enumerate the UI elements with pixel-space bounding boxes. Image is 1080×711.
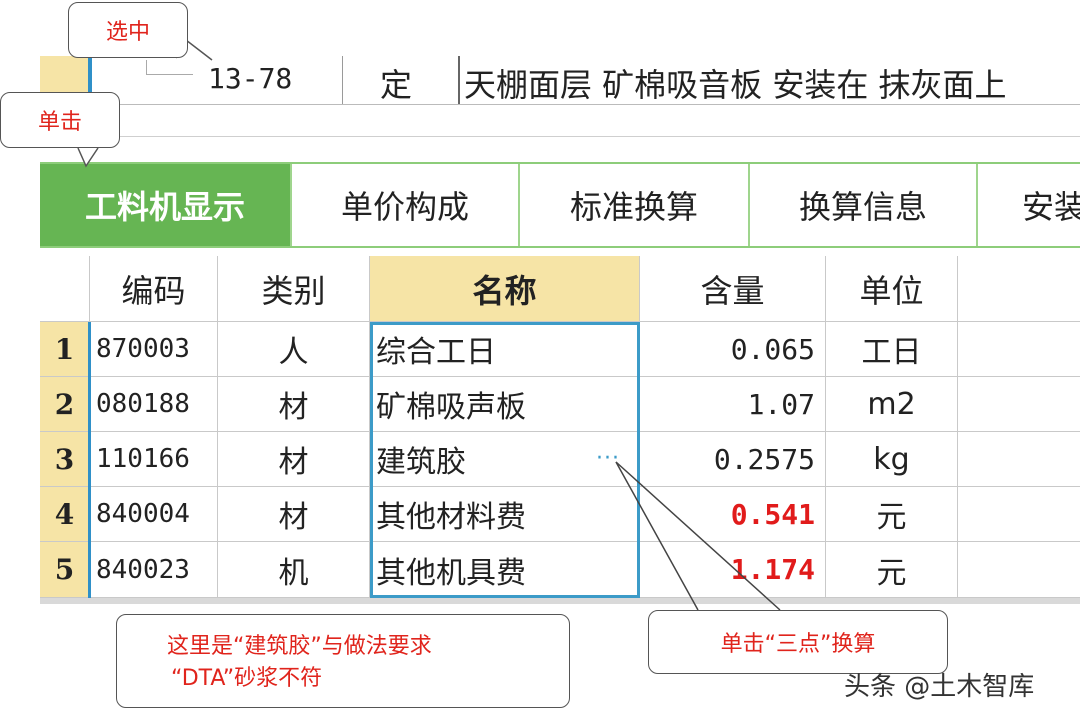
cell-quantity[interactable]: 0.065 — [640, 322, 826, 377]
callout-three-dots-text: 单击“三点”换算 — [720, 632, 876, 657]
column-divider — [458, 56, 460, 104]
callout-note-line1: 这里是“建筑胶”与做法要求 — [167, 634, 432, 659]
header-quantity[interactable]: 含量 — [640, 256, 826, 322]
cell-extra — [958, 322, 1080, 377]
tab-install[interactable]: 安装 — [978, 164, 1080, 246]
row-number[interactable]: 1 — [40, 322, 90, 377]
tab-labor-material-machine[interactable]: 工料机显示 — [40, 164, 292, 246]
quota-type[interactable]: 定 — [380, 60, 412, 106]
cell-code[interactable]: 080188 — [90, 377, 218, 432]
header-name[interactable]: 名称 — [370, 256, 640, 322]
column-divider — [342, 56, 343, 104]
quota-name[interactable]: 天棚面层 矿棉吸音板 安装在 抹灰面上 — [464, 60, 1007, 106]
tab-unit-price[interactable]: 单价构成 — [292, 164, 520, 246]
cell-category[interactable]: 人 — [218, 322, 370, 377]
row-divider — [90, 104, 1080, 105]
row-number[interactable]: 3 — [40, 432, 90, 487]
callout-click-text: 单击 — [37, 110, 82, 135]
cell-quantity[interactable]: 0.2575 — [640, 432, 826, 487]
header-code[interactable]: 编码 — [90, 256, 218, 322]
resource-table: 编码 类别 名称 含量 单位 1 870003 人 综合工日 0.065 工日 … — [40, 256, 1080, 600]
cell-category[interactable]: 材 — [218, 377, 370, 432]
quota-row[interactable]: 13-78 定 天棚面层 矿棉吸音板 安装在 抹灰面上 — [40, 56, 1080, 104]
header-unit[interactable]: 单位 — [826, 256, 958, 322]
cell-name[interactable]: 综合工日 — [370, 322, 640, 377]
tab-conversion-info[interactable]: 换算信息 — [750, 164, 978, 246]
callout-three-dots: 单击“三点”换算 — [648, 610, 948, 674]
cell-quantity[interactable]: 1.174 — [640, 542, 826, 598]
row-number[interactable]: 5 — [40, 542, 90, 598]
header-extra — [958, 256, 1080, 322]
cell-extra — [958, 377, 1080, 432]
callout-select: 选中 — [68, 2, 188, 58]
callout-note-line2: “DTA”砂浆不符 — [171, 666, 323, 691]
cell-unit[interactable]: 元 — [826, 542, 958, 598]
ellipsis-button[interactable]: ··· — [596, 446, 620, 471]
cell-name[interactable]: 矿棉吸声板 — [370, 377, 640, 432]
cell-quantity[interactable]: 1.07 — [640, 377, 826, 432]
cell-category[interactable]: 机 — [218, 542, 370, 598]
watermark: 头条 @土木智库 — [844, 672, 1035, 702]
cell-unit[interactable]: kg — [826, 432, 958, 487]
cell-code[interactable]: 110166 — [90, 432, 218, 487]
header-category[interactable]: 类别 — [218, 256, 370, 322]
row-number[interactable]: 4 — [40, 487, 90, 542]
header-corner — [40, 256, 90, 322]
callout-note: 这里是“建筑胶”与做法要求 “DTA”砂浆不符 — [116, 614, 570, 708]
quota-code[interactable]: 13-78 — [208, 62, 292, 95]
cell-extra — [958, 487, 1080, 542]
row-number[interactable]: 2 — [40, 377, 90, 432]
cell-code[interactable]: 840023 — [90, 542, 218, 598]
tree-connector — [146, 60, 193, 75]
cell-code[interactable]: 840004 — [90, 487, 218, 542]
cell-unit[interactable]: 工日 — [826, 322, 958, 377]
panel-divider — [40, 136, 1080, 137]
cell-category[interactable]: 材 — [218, 487, 370, 542]
cell-category[interactable]: 材 — [218, 432, 370, 487]
cell-name[interactable]: 其他材料费 — [370, 487, 640, 542]
cell-extra — [958, 432, 1080, 487]
callout-select-text: 选中 — [105, 20, 150, 45]
cell-extra — [958, 542, 1080, 598]
selection-bar — [88, 322, 91, 598]
grid-bottom-border — [40, 598, 1080, 604]
cell-code[interactable]: 870003 — [90, 322, 218, 377]
cell-quantity[interactable]: 0.541 — [640, 487, 826, 542]
cell-unit[interactable]: m2 — [826, 377, 958, 432]
callout-click: 单击 — [0, 92, 120, 148]
cell-unit[interactable]: 元 — [826, 487, 958, 542]
cell-name[interactable]: 其他机具费 — [370, 542, 640, 598]
tab-standard-conversion[interactable]: 标准换算 — [520, 164, 750, 246]
tab-bar: 工料机显示 单价构成 标准换算 换算信息 安装 — [40, 162, 1080, 248]
